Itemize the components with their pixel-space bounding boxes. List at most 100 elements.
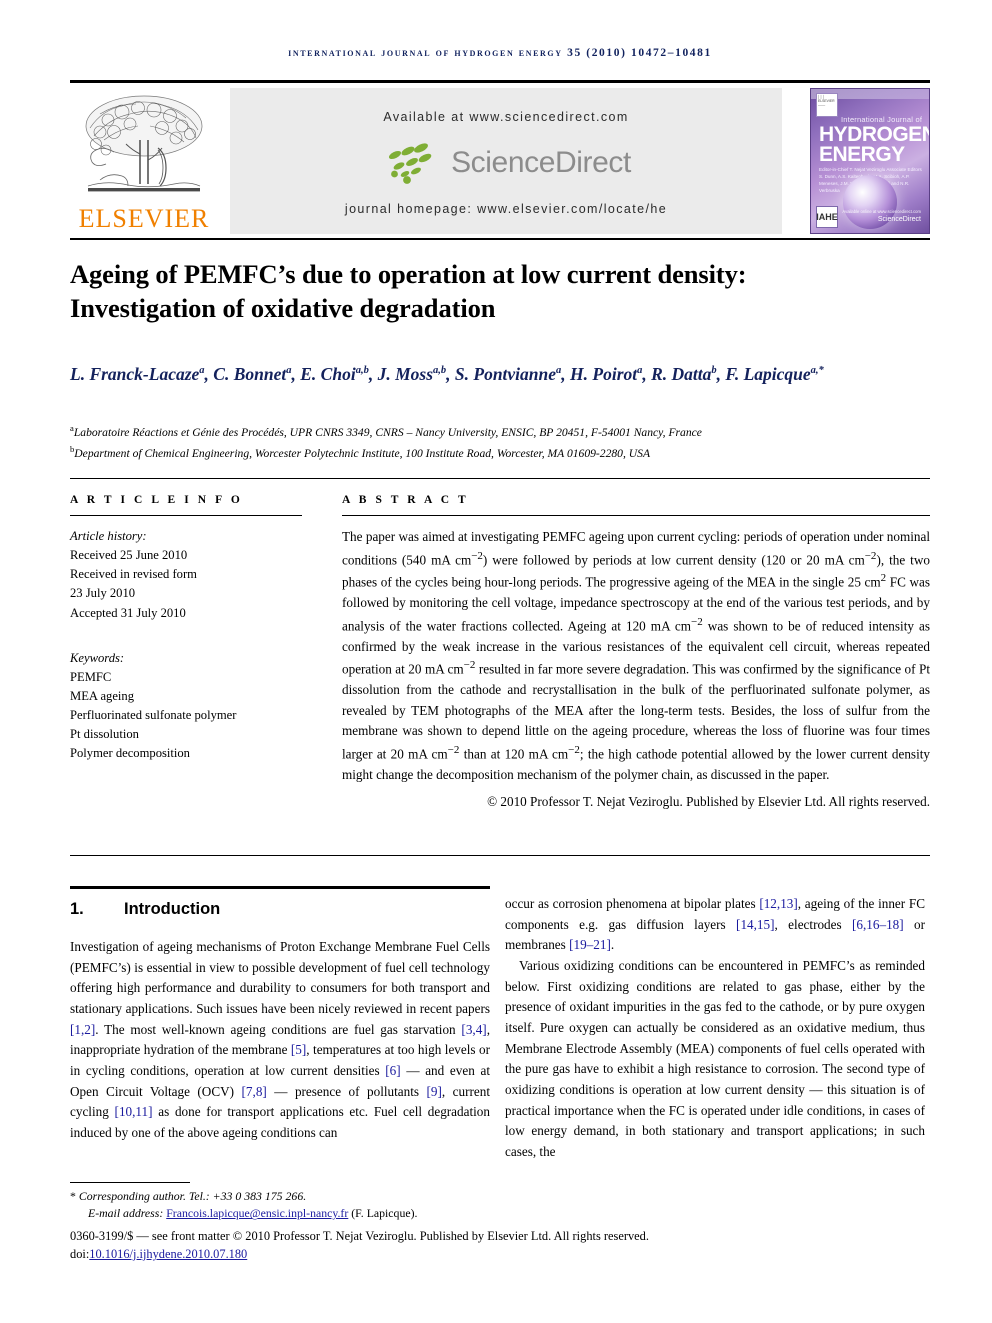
elsevier-tree-icon bbox=[85, 95, 203, 192]
journal-homepage-text: journal homepage: www.elsevier.com/locat… bbox=[344, 202, 668, 216]
issn-line: 0360-3199/$ — see front matter © 2010 Pr… bbox=[70, 1229, 649, 1243]
abstract-superscript: −2 bbox=[864, 549, 877, 562]
article-history: Article history: Received 25 June 2010 Re… bbox=[70, 527, 302, 623]
article-history-label: Article history: bbox=[70, 529, 147, 543]
cover-title-line1: HYDROGEN bbox=[819, 123, 930, 146]
keywords-label: Keywords: bbox=[70, 650, 125, 665]
keyword-item: Perfluorinated sulfonate polymer bbox=[70, 708, 237, 723]
cover-sciencedirect-mark: Available online at www.sciencedirect.co… bbox=[842, 209, 921, 223]
citation-reference[interactable]: [12,13] bbox=[759, 896, 797, 911]
citation-reference[interactable]: [5] bbox=[291, 1042, 306, 1057]
citation-reference[interactable]: [19–21] bbox=[569, 937, 611, 952]
keyword-item: MEA ageing bbox=[70, 688, 135, 703]
body-left-column: 1. Introduction Investigation of ageing … bbox=[70, 894, 490, 1144]
keyword-item: PEMFC bbox=[70, 669, 112, 684]
masthead-bottom-rule bbox=[70, 238, 930, 240]
article-history-item: Received 25 June 2010 bbox=[70, 548, 188, 563]
author-affiliation-marker: a bbox=[199, 365, 205, 377]
cover-title-line2: ENERGY bbox=[819, 142, 905, 166]
sciencedirect-leaves-icon bbox=[389, 143, 432, 184]
citation-reference[interactable]: [6] bbox=[385, 1063, 400, 1078]
title-line-1: Ageing of PEMFC’s due to operation at lo… bbox=[70, 259, 747, 289]
abstract-column: A B S T R A C T The paper was aimed at i… bbox=[342, 494, 930, 810]
corresponding-author-text: Corresponding author. Tel.: +33 0 383 17… bbox=[78, 1189, 307, 1203]
abstract-superscript: −2 bbox=[447, 743, 460, 756]
author-affiliation-marker: a bbox=[286, 365, 292, 377]
section-heading-introduction: 1. Introduction bbox=[70, 900, 490, 919]
citation-reference[interactable]: [7,8] bbox=[242, 1084, 267, 1099]
citation-reference[interactable]: [14,15] bbox=[736, 917, 774, 932]
title-line-2: Investigation of oxidative degradation bbox=[70, 292, 496, 323]
affiliation-text: Laboratoire Réactions et Génie des Procé… bbox=[73, 425, 702, 439]
author-affiliation-marker: a,b bbox=[355, 365, 369, 377]
corresponding-author-line: * Corresponding author. Tel.: +33 0 383 … bbox=[70, 1188, 930, 1205]
cover-elsevier-mark: │││ ELSEVIER ─── bbox=[816, 93, 838, 117]
abstract-copyright: © 2010 Professor T. Nejat Veziroglu. Pub… bbox=[487, 794, 930, 810]
doi-link[interactable]: 10.1016/j.ijhydene.2010.07.180 bbox=[89, 1247, 247, 1261]
email-label: E-mail address: bbox=[88, 1206, 164, 1221]
author-name: R. Datta bbox=[651, 364, 712, 384]
journal-reference: International Journal of Hydrogen Energy… bbox=[288, 47, 712, 59]
author-affiliation-marker: a bbox=[556, 365, 562, 377]
citation-reference[interactable]: [9] bbox=[427, 1084, 442, 1099]
footnote-rule bbox=[70, 1182, 190, 1183]
author-name: E. Choi bbox=[300, 364, 356, 384]
body-top-rule bbox=[70, 886, 490, 889]
abstract-superscript: −2 bbox=[463, 659, 476, 672]
info-top-rule bbox=[70, 478, 930, 479]
sciencedirect-logo: ScienceDirect bbox=[230, 140, 782, 186]
author-affiliation-marker: b bbox=[711, 365, 717, 377]
article-info-column: A R T I C L E I N F O Article history: R… bbox=[70, 494, 302, 764]
article-history-item: Accepted 31 July 2010 bbox=[70, 605, 186, 620]
section-number: 1. bbox=[70, 900, 84, 918]
cover-iahe-badge: IAHE bbox=[816, 206, 838, 228]
article-history-items: Received 25 June 2010 Received in revised… bbox=[70, 546, 302, 623]
citation-reference[interactable]: [3,4] bbox=[461, 1022, 486, 1037]
author-affiliation-marker: a,* bbox=[810, 365, 824, 377]
abstract-superscript: 2 bbox=[880, 572, 887, 585]
page-title: Ageing of PEMFC’s due to operation at lo… bbox=[70, 258, 930, 326]
citation-reference[interactable]: [10,11] bbox=[115, 1104, 153, 1119]
affiliation-item: bDepartment of Chemical Engineering, Wor… bbox=[70, 443, 936, 464]
masthead: ELSEVIER Available at www.sciencedirect.… bbox=[70, 86, 930, 234]
intro-paragraph-left: Investigation of ageing mechanisms of Pr… bbox=[70, 939, 491, 1140]
sciencedirect-wordmark: ScienceDirect bbox=[451, 146, 631, 179]
cover-sciencedirect-tagline: Available online at www.sciencedirect.co… bbox=[842, 209, 921, 214]
body-right-column: occur as corrosion phenomena at bipolar … bbox=[505, 894, 925, 1163]
footer-imprint: 0360-3199/$ — see front matter © 2010 Pr… bbox=[70, 1228, 950, 1264]
info-bottom-rule bbox=[70, 855, 930, 856]
author-affiliation-marker: a,b bbox=[433, 365, 447, 377]
email-link[interactable]: Francois.lapicque@ensic.inpl-nancy.fr bbox=[166, 1206, 348, 1220]
author-name: J. Moss bbox=[377, 364, 434, 384]
doi-label: doi: bbox=[70, 1246, 90, 1261]
keywords-items: PEMFC MEA ageing Perfluorinated sulfonate … bbox=[70, 668, 302, 764]
author-name: C. Bonnet bbox=[213, 364, 287, 384]
elsevier-wordmark: ELSEVIER bbox=[78, 204, 210, 233]
section-title: Introduction bbox=[124, 900, 221, 918]
abstract-superscript: −2 bbox=[691, 615, 703, 628]
abstract-heading: A B S T R A C T bbox=[342, 494, 469, 506]
abstract-divider bbox=[342, 515, 930, 516]
citation-reference[interactable]: [1,2] bbox=[70, 1022, 95, 1037]
cover-title: HYDROGEN ENERGY bbox=[819, 123, 930, 166]
cover-sciencedirect-word: ScienceDirect bbox=[877, 216, 921, 223]
doi-line: doi:10.1016/j.ijhydene.2010.07.180 bbox=[70, 1246, 950, 1264]
abstract-superscript: −2 bbox=[471, 549, 483, 562]
keywords: Keywords: PEMFC MEA ageing Perfluorinated … bbox=[70, 649, 302, 764]
keyword-item: Polymer decomposition bbox=[70, 746, 190, 761]
journal-cover-thumbnail: │││ ELSEVIER ─── International Journal of … bbox=[810, 88, 930, 234]
article-history-item: 23 July 2010 bbox=[70, 586, 136, 601]
affiliation-item: aLaboratoire Réactions et Génie des Proc… bbox=[70, 422, 936, 443]
article-info-heading: A R T I C L E I N F O bbox=[70, 494, 243, 506]
email-suffix: (F. Lapicque). bbox=[351, 1206, 418, 1221]
corresponding-author-marker: * bbox=[70, 1189, 76, 1203]
author-name: L. Franck-Lacaze bbox=[70, 364, 200, 384]
sciencedirect-banner: Available at www.sciencedirect.com Scien… bbox=[230, 88, 782, 234]
footnote-block: * Corresponding author. Tel.: +33 0 383 … bbox=[70, 1188, 930, 1223]
email-line: E-mail address: Francois.lapicque@ensic.… bbox=[70, 1205, 930, 1222]
intro-paragraph-right-2: Various oxidizing conditions can be enco… bbox=[505, 957, 925, 1159]
intro-paragraph-right-1: occur as corrosion phenomena at bipolar … bbox=[505, 896, 926, 953]
author-list: L. Franck-Lacazea, C. Bonneta, E. Choia,… bbox=[70, 364, 824, 384]
citation-reference[interactable]: [6,16–18] bbox=[852, 917, 904, 932]
elsevier-logo: ELSEVIER bbox=[70, 88, 218, 234]
